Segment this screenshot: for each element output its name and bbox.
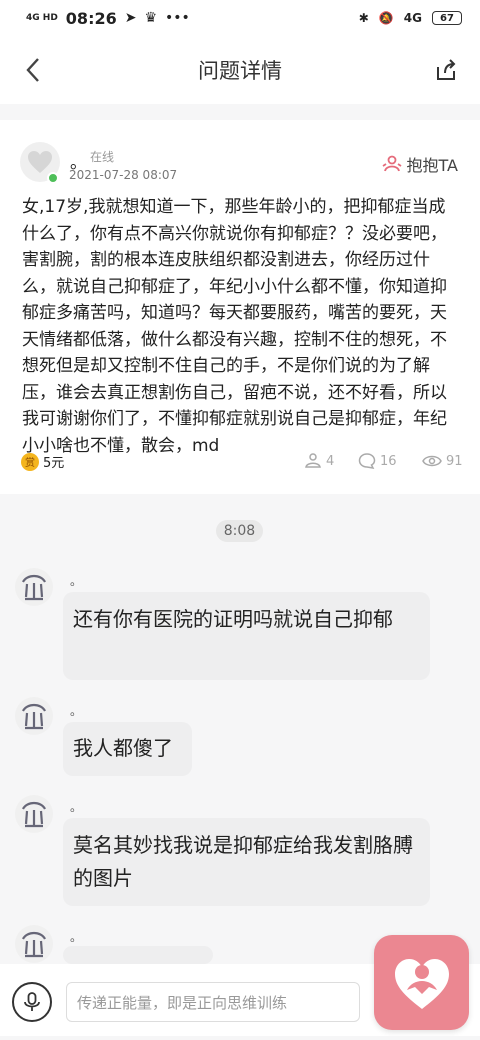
message-bubble: 莫名其妙找我说是抑郁症给我发割胳膊的图片 <box>63 818 430 906</box>
page-title: 问题详情 <box>198 59 282 83</box>
hug-count-icon <box>305 453 321 468</box>
message-sender: 。 <box>70 574 83 588</box>
microphone-icon <box>24 992 40 1011</box>
hug-icon <box>382 155 402 172</box>
crown-icon: ♛ <box>144 10 158 26</box>
view-count: 91 <box>446 453 463 469</box>
message-bubble <box>63 946 213 964</box>
message-sender: 。 <box>70 800 83 814</box>
question-card: 。 在线 2021-07-28 08:07 抱抱TA 女,17岁,我就想知道一下… <box>0 120 480 494</box>
status-bar: 4G HD 08:26 ➤ ♛ ••• ✱ 🔕 4G 67 <box>0 0 480 36</box>
eye-icon <box>422 455 442 467</box>
message-avatar[interactable] <box>15 568 53 606</box>
hug-count: 4 <box>326 453 335 469</box>
share-icon[interactable] <box>434 58 458 82</box>
message-avatar[interactable] <box>15 697 53 735</box>
message-input[interactable]: 传递正能量，即是正向思维训练 <box>66 982 360 1022</box>
question-stats: 4 16 91 <box>300 452 463 472</box>
mute-icon: 🔕 <box>378 11 394 25</box>
battery-indicator: 67 <box>432 11 462 25</box>
hug-button[interactable]: 抱抱TA <box>382 152 458 176</box>
bluetooth-icon: ✱ <box>358 11 369 25</box>
status-right: ✱ 🔕 4G 67 <box>359 11 462 25</box>
message-avatar[interactable] <box>15 795 53 833</box>
signal-label: 4G <box>403 11 422 25</box>
comment-count-stat[interactable]: 16 <box>358 452 397 470</box>
message-sender: 。 <box>70 930 83 944</box>
chat-time-divider: 8:08 <box>216 520 263 542</box>
back-arrow-icon[interactable] <box>22 56 46 84</box>
heart-action-button[interactable] <box>374 935 469 1030</box>
reward: 赏 5元 <box>21 452 64 471</box>
online-status: 在线 <box>90 150 115 164</box>
online-dot <box>47 172 59 184</box>
more-notifications-icon: ••• <box>165 10 190 26</box>
sketch-avatar-icon <box>22 574 46 601</box>
sketch-avatar-icon <box>22 801 46 828</box>
nav-bar: 问题详情 <box>0 36 480 104</box>
navigation-icon: ➤ <box>124 10 137 26</box>
hug-label: 抱抱TA <box>406 156 458 175</box>
comment-icon <box>358 453 376 469</box>
question-body: 女,17岁,我就想知道一下，那些年龄小的，把抑郁症当成什么了，你有点不高兴你就说… <box>22 197 447 456</box>
question-date: 2021-07-28 08:07 <box>69 168 178 182</box>
view-count-stat: 91 <box>422 452 463 470</box>
status-time: 08:26 <box>65 8 117 28</box>
hug-count-stat[interactable]: 4 <box>304 452 334 470</box>
reward-coin-icon: 赏 <box>21 452 39 471</box>
heart-person-icon <box>394 958 449 1009</box>
voice-button[interactable] <box>12 982 52 1022</box>
system-nav-indicator <box>0 1036 480 1040</box>
network-indicator: 4G HD <box>26 12 58 23</box>
sketch-avatar-icon <box>22 931 46 958</box>
message-sender: 。 <box>70 704 83 718</box>
sketch-avatar-icon <box>22 703 46 730</box>
message-avatar[interactable] <box>15 925 53 963</box>
reward-amount: 5元 <box>43 456 65 471</box>
message-bubble: 我人都傻了 <box>63 722 192 776</box>
status-left: 4G HD 08:26 ➤ ♛ ••• <box>26 9 190 28</box>
comment-count: 16 <box>380 453 397 469</box>
message-bubble: 还有你有医院的证明吗就说自己抑郁 <box>63 592 430 680</box>
